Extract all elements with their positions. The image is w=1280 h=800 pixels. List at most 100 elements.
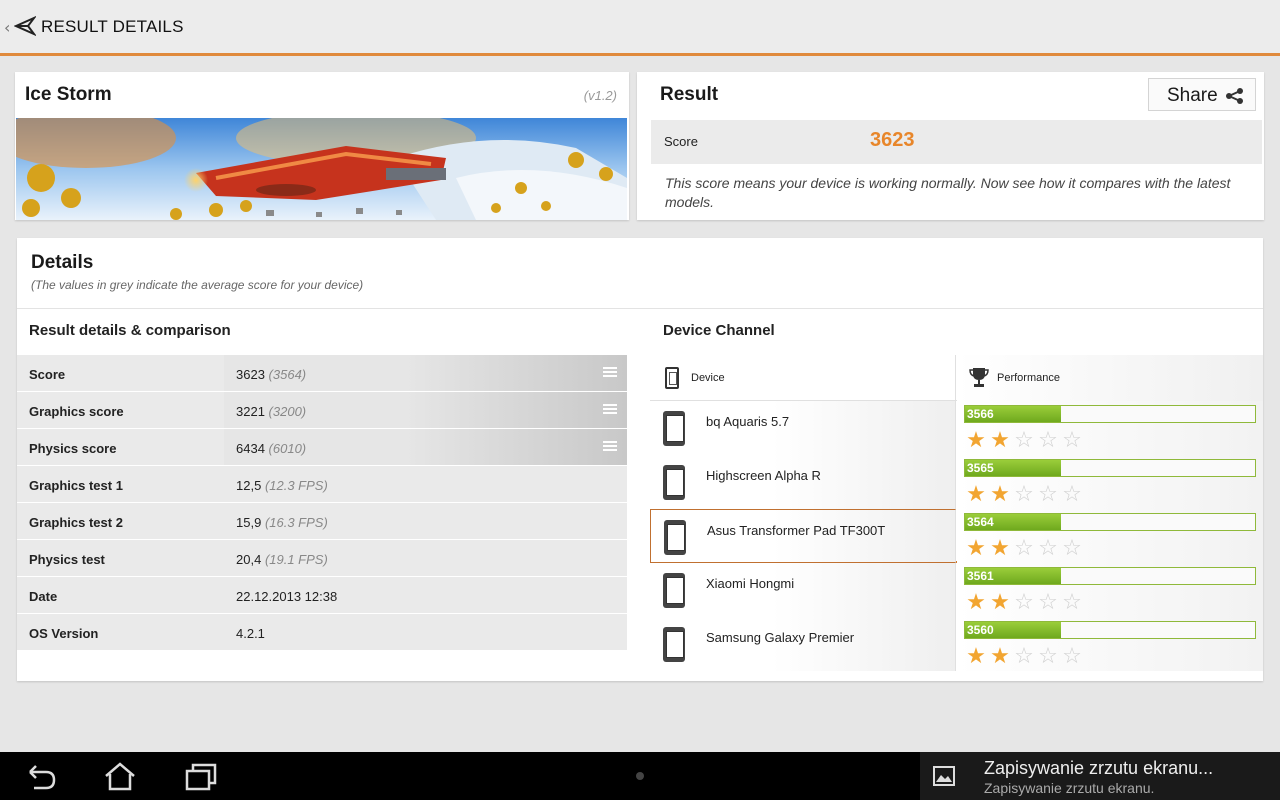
performance-bar: 3560 bbox=[964, 621, 1256, 639]
star-icon: ☆ bbox=[1038, 482, 1058, 507]
details-subtitle: (The values in grey indicate the average… bbox=[31, 278, 364, 292]
star-icon: ☆ bbox=[1038, 428, 1058, 453]
star-icon: ★ bbox=[990, 590, 1010, 615]
details-row[interactable]: Graphics score 3221 (3200) bbox=[17, 392, 627, 429]
device-phone-icon bbox=[663, 465, 685, 500]
details-row-label: Score bbox=[29, 367, 66, 382]
device-name: Asus Transformer Pad TF300T bbox=[707, 523, 886, 538]
details-row-label: Physics test bbox=[29, 552, 105, 567]
star-icon: ☆ bbox=[1038, 644, 1058, 669]
device-cell: Asus Transformer Pad TF300T bbox=[650, 509, 956, 563]
recent-apps-icon[interactable] bbox=[183, 762, 219, 792]
star-icon: ☆ bbox=[1062, 482, 1082, 507]
star-rating: ★ ★ ☆ ☆ ☆ bbox=[964, 538, 1084, 560]
device-phone-icon bbox=[663, 573, 685, 608]
menu-dot-icon[interactable] bbox=[636, 772, 644, 780]
details-row-value: 20,4 (19.1 FPS) bbox=[236, 552, 328, 567]
details-row-average: (6010) bbox=[268, 441, 307, 456]
expand-menu-icon[interactable] bbox=[603, 441, 617, 451]
expand-menu-icon[interactable] bbox=[603, 404, 617, 414]
phone-icon bbox=[665, 367, 679, 389]
details-row[interactable]: Physics score 6434 (6010) bbox=[17, 429, 627, 466]
star-icon: ☆ bbox=[1014, 428, 1034, 453]
device-row[interactable]: Xiaomi Hongmi 3561 ★ ★ ☆ ☆ ☆ bbox=[650, 563, 1263, 617]
details-row: Physics test 20,4 (19.1 FPS) bbox=[17, 540, 627, 577]
home-icon[interactable] bbox=[102, 762, 138, 792]
star-rating: ★ ★ ☆ ☆ ☆ bbox=[964, 484, 1084, 506]
test-banner-image bbox=[16, 118, 627, 220]
score-label: Score bbox=[664, 134, 698, 149]
details-row-label: Date bbox=[29, 589, 58, 604]
star-icon: ★ bbox=[990, 428, 1010, 453]
star-icon: ☆ bbox=[1062, 428, 1082, 453]
device-cell: Xiaomi Hongmi bbox=[650, 563, 956, 617]
performance-score: 3564 bbox=[967, 515, 994, 529]
star-icon: ★ bbox=[966, 536, 986, 561]
details-title: Details bbox=[31, 252, 94, 273]
star-icon: ☆ bbox=[1062, 644, 1082, 669]
performance-score: 3561 bbox=[967, 569, 994, 583]
device-channel-table: Device Performance bq Aquaris 5.7 3566 ★ ★ ☆… bbox=[650, 355, 1263, 671]
star-rating: ★ ★ ☆ ☆ ☆ bbox=[964, 646, 1084, 668]
device-row[interactable]: Samsung Galaxy Premier 3560 ★ ★ ☆ ☆ ☆ bbox=[650, 617, 1263, 671]
device-row-current[interactable]: Asus Transformer Pad TF300T 3564 ★ ★ ☆ ☆ ☆ bbox=[650, 509, 1263, 563]
device-phone-icon bbox=[664, 520, 686, 555]
device-name: Samsung Galaxy Premier bbox=[706, 630, 855, 645]
result-description: This score means your device is working … bbox=[665, 175, 1231, 210]
device-name: bq Aquaris 5.7 bbox=[706, 414, 790, 429]
details-row: Date 22.12.2013 12:38 bbox=[17, 577, 627, 614]
details-row[interactable]: Score 3623 (3564) bbox=[17, 355, 627, 392]
share-button[interactable]: Share bbox=[1148, 78, 1256, 111]
device-cell: bq Aquaris 5.7 bbox=[650, 401, 956, 455]
test-name: Ice Storm bbox=[25, 84, 112, 105]
details-row-value: 6434 (6010) bbox=[236, 441, 307, 456]
up-navigation-icon[interactable]: ‹ bbox=[4, 18, 10, 37]
details-row-value: 12,5 (12.3 FPS) bbox=[236, 478, 328, 493]
image-icon bbox=[933, 766, 955, 786]
score-row: Score 3623 bbox=[651, 120, 1262, 164]
details-row-label: Physics score bbox=[29, 441, 117, 456]
share-icon bbox=[1226, 88, 1243, 104]
result-title: Result bbox=[660, 84, 719, 105]
details-row: OS Version 4.2.1 bbox=[17, 614, 627, 651]
performance-score: 3560 bbox=[967, 623, 994, 637]
star-icon: ★ bbox=[966, 428, 986, 453]
star-icon: ☆ bbox=[1062, 536, 1082, 561]
score-value: 3623 bbox=[870, 129, 915, 151]
star-icon: ★ bbox=[990, 644, 1010, 669]
performance-bar: 3566 bbox=[964, 405, 1256, 423]
details-row-value-cell: 15,9 (16.3 FPS) bbox=[224, 503, 627, 539]
performance-bar: 3561 bbox=[964, 567, 1256, 585]
performance-score: 3566 bbox=[967, 407, 994, 421]
device-row[interactable]: Highscreen Alpha R 3565 ★ ★ ☆ ☆ ☆ bbox=[650, 455, 1263, 509]
back-icon[interactable] bbox=[22, 762, 58, 792]
notification[interactable]: Zapisywanie zrzutu ekranu... Zapisywanie… bbox=[920, 752, 1280, 800]
device-channel-header: Device Performance bbox=[650, 355, 1263, 401]
details-row-average: (3200) bbox=[268, 404, 307, 419]
details-row-value-cell: 4.2.1 bbox=[224, 614, 627, 650]
device-cell: Samsung Galaxy Premier bbox=[650, 617, 956, 671]
details-row-average: (16.3 FPS) bbox=[264, 515, 328, 530]
star-icon: ★ bbox=[966, 590, 986, 615]
details-row-label: Graphics score bbox=[29, 404, 124, 419]
star-icon: ☆ bbox=[1062, 590, 1082, 615]
details-row-value: 3221 (3200) bbox=[236, 404, 307, 419]
device-channel-title: Device Channel bbox=[663, 322, 775, 339]
star-icon: ☆ bbox=[1014, 644, 1034, 669]
details-row-value-cell: 12,5 (12.3 FPS) bbox=[224, 466, 627, 502]
share-label: Share bbox=[1167, 85, 1218, 106]
star-rating: ★ ★ ☆ ☆ ☆ bbox=[964, 430, 1084, 452]
details-row-value-cell: 3623 (3564) bbox=[224, 355, 627, 391]
device-row[interactable]: bq Aquaris 5.7 3566 ★ ★ ☆ ☆ ☆ bbox=[650, 401, 1263, 455]
details-row-value: 22.12.2013 12:38 bbox=[236, 589, 338, 604]
performance-bar: 3564 bbox=[964, 513, 1256, 531]
device-list: bq Aquaris 5.7 3566 ★ ★ ☆ ☆ ☆ Highscreen Alpha … bbox=[650, 401, 1263, 671]
details-row-value: 4.2.1 bbox=[236, 626, 265, 641]
app-logo-icon[interactable] bbox=[14, 14, 36, 38]
performance-cell: 3561 ★ ★ ☆ ☆ ☆ bbox=[957, 563, 1263, 617]
action-bar: ‹ RESULT DETAILS bbox=[0, 0, 1280, 56]
star-icon: ★ bbox=[966, 482, 986, 507]
page-title: RESULT DETAILS bbox=[41, 17, 184, 36]
expand-menu-icon[interactable] bbox=[603, 367, 617, 377]
star-icon: ☆ bbox=[1038, 536, 1058, 561]
